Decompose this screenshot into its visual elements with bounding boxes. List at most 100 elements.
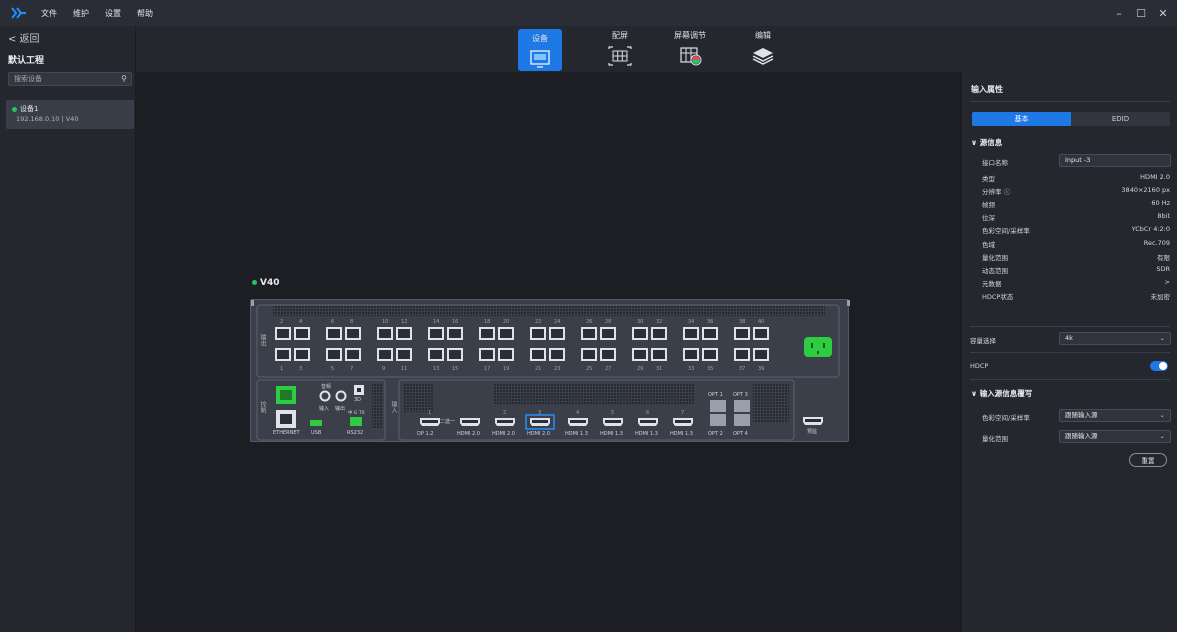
- source-info-row: 量化范围 有限: [982, 252, 1170, 263]
- hdcp-row: HDCP: [970, 362, 1170, 373]
- search-icon[interactable]: ⚲: [121, 74, 127, 83]
- input-port[interactable]: [530, 418, 550, 426]
- input-port[interactable]: [638, 418, 658, 426]
- divider: [970, 379, 1170, 380]
- tab-device-label: 设备: [532, 34, 548, 43]
- close-button[interactable]: ✕: [1151, 0, 1175, 26]
- device-list-item[interactable]: 设备1 192.168.0.10 | V40: [6, 100, 134, 129]
- menu-maintain[interactable]: 维护: [73, 8, 89, 19]
- back-button[interactable]: < 返回: [8, 30, 40, 45]
- row-key: HDCP状态: [982, 292, 1014, 301]
- output-port-number: 4: [299, 319, 303, 325]
- row-key: 帧频: [982, 201, 995, 210]
- source-info-section[interactable]: ∨ 源信息: [971, 137, 1002, 148]
- output-port: [632, 348, 648, 361]
- input-port[interactable]: [603, 418, 623, 426]
- output-port: [683, 348, 699, 361]
- output-port: [498, 348, 514, 361]
- output-port-number: 24: [554, 319, 561, 325]
- 3d-label: 3D: [354, 397, 362, 403]
- device-rear-panel[interactable]: 输出 控制 输入 2 4 6 8 10 12 14 16 18 20 22 24 26 28 30 32 34 3…: [250, 299, 850, 442]
- source-info-row[interactable]: 元数据 >: [982, 278, 1170, 289]
- tab-edit-label: 编辑: [755, 31, 771, 40]
- chevron-down-icon: ⌄: [1159, 411, 1165, 419]
- source-info-row: HDCP状态 未加密: [982, 291, 1170, 302]
- source-info-row: 帧频 60 Hz: [982, 199, 1170, 210]
- rs232-port: [350, 417, 362, 426]
- maximize-button[interactable]: ☐: [1129, 0, 1153, 26]
- quant-select[interactable]: 跟随输入源 ⌄: [1059, 430, 1171, 443]
- output-port: [447, 327, 463, 340]
- monitor-hdmi-port: [803, 417, 823, 425]
- output-port: [753, 348, 769, 361]
- online-status-dot: [12, 106, 17, 112]
- output-port: [651, 348, 667, 361]
- toolbar: [0, 26, 1177, 72]
- output-section-label: 输出: [259, 334, 266, 346]
- tab-basic[interactable]: 基本: [972, 112, 1071, 126]
- capacity-value: 4k: [1065, 334, 1073, 342]
- input-ports: [420, 414, 693, 430]
- output-port-number: 40: [758, 319, 765, 325]
- row-key: 量化范围: [982, 253, 1008, 262]
- output-port-number: 2: [280, 319, 284, 325]
- tab-edid[interactable]: EDID: [1071, 112, 1170, 126]
- hdcp-label: HDCP: [970, 362, 989, 370]
- output-port-number: 14: [433, 319, 440, 325]
- output-port: [294, 327, 310, 340]
- output-port-number: 5: [331, 366, 335, 372]
- source-info-row: 动态范围 SDR: [982, 265, 1170, 276]
- source-info-row: 分辨率 ⓘ 3840×2160 px: [982, 186, 1170, 197]
- online-status-dot: [252, 280, 257, 285]
- input-port-label: HDMI 1.3: [565, 431, 588, 437]
- row-value: 8bit: [1157, 212, 1170, 221]
- output-port-number: 21: [535, 366, 542, 372]
- hdcp-toggle[interactable]: [1150, 361, 1168, 371]
- output-ports: [275, 327, 769, 361]
- override-section[interactable]: ∨ 输入源信息覆写: [971, 388, 1032, 399]
- output-port-number: 7: [350, 366, 354, 372]
- input-port-label: HDMI 1.3: [635, 431, 658, 437]
- menu-settings[interactable]: 设置: [105, 8, 121, 19]
- capacity-select[interactable]: 4k ⌄: [1059, 332, 1171, 345]
- interface-name-label: 接口名称: [982, 159, 1008, 167]
- tab-edit[interactable]: 编辑: [741, 26, 785, 72]
- tab-screen-adjust[interactable]: 屏幕调节: [668, 26, 712, 72]
- output-port: [396, 348, 412, 361]
- menu-help[interactable]: 帮助: [137, 8, 153, 19]
- input-port[interactable]: [460, 418, 480, 426]
- output-port-number: 28: [605, 319, 612, 325]
- output-port: [530, 348, 546, 361]
- output-port: [396, 327, 412, 340]
- tab-screen-adjust-label: 屏幕调节: [674, 31, 706, 40]
- output-port-number: 36: [707, 319, 714, 325]
- tab-device[interactable]: 设备: [518, 29, 562, 71]
- audio-in-label: 输入: [319, 406, 330, 412]
- reset-button[interactable]: 重置: [1129, 453, 1167, 467]
- interface-name-input[interactable]: Input -3: [1059, 154, 1171, 167]
- opt-port-1: [710, 400, 726, 412]
- color-space-label: 色彩空间/采样率: [982, 414, 1030, 422]
- input-port[interactable]: [568, 418, 588, 426]
- input-port[interactable]: [673, 418, 693, 426]
- row-value: HDMI 2.0: [1140, 173, 1170, 181]
- menu-file[interactable]: 文件: [41, 8, 57, 19]
- search-input[interactable]: 搜索设备 ⚲: [8, 72, 132, 86]
- app-logo: [11, 6, 27, 20]
- divider: [970, 101, 1170, 102]
- ethernet-label: ETHERNET: [273, 430, 300, 436]
- opt2-label: OPT 2: [708, 431, 723, 437]
- input-port[interactable]: [420, 418, 440, 426]
- input-port[interactable]: [495, 418, 515, 426]
- opt3-label: OPT 3: [733, 392, 748, 398]
- rs232-pin-labels: 中 G TX: [348, 411, 365, 416]
- capacity-label: 容量选择: [970, 337, 996, 345]
- output-port-number: 37: [739, 366, 746, 372]
- audio-out-label: 输出: [335, 406, 346, 412]
- screen-grid-icon: [608, 46, 632, 66]
- minimize-button[interactable]: –: [1107, 0, 1131, 26]
- input-port-number: 3: [538, 410, 542, 416]
- tab-screen-config[interactable]: 配屏: [598, 26, 642, 72]
- color-space-select[interactable]: 跟随输入源 ⌄: [1059, 409, 1171, 422]
- input-port-number: 5: [611, 410, 615, 416]
